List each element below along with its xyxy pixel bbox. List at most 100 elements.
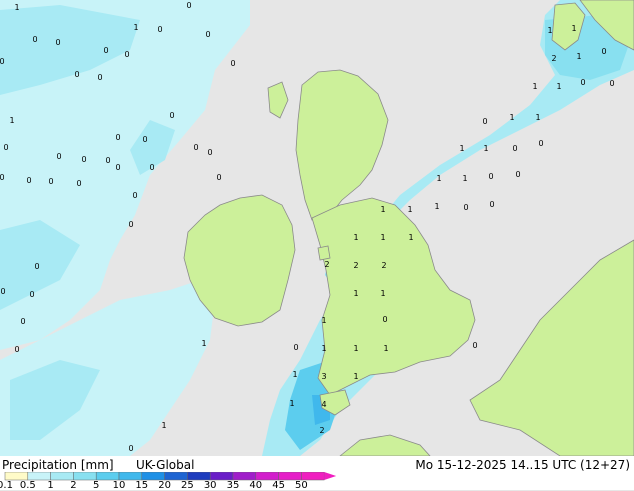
- precip-value-label: 0: [56, 152, 61, 161]
- precip-value-label: 1: [353, 372, 358, 381]
- precip-value-label: 1: [14, 3, 19, 12]
- precip-value-label: 0: [382, 315, 387, 324]
- precip-value-label: 0: [193, 143, 198, 152]
- precip-value-label: 1: [576, 52, 581, 61]
- scale-tick-label: 30: [203, 480, 217, 491]
- precip-value-label: 1: [380, 205, 385, 214]
- scale-swatch: [232, 472, 257, 481]
- precip-value-label: 1: [407, 205, 412, 214]
- legend-model: UK-Global: [136, 458, 195, 472]
- precip-value-label: 0: [128, 220, 133, 229]
- scale-swatch: [118, 472, 143, 481]
- scale-tick-label: 10: [112, 480, 126, 491]
- precip-value-label: 1: [556, 82, 561, 91]
- precip-value-label: 0: [472, 341, 477, 350]
- scale-overflow-arrow: [324, 472, 337, 480]
- scale-tick-label: 5: [93, 480, 100, 491]
- precip-value-label: 1: [133, 23, 138, 32]
- scale-swatch: [73, 472, 97, 481]
- precip-value-label: 1: [321, 316, 326, 325]
- scale-swatch: [164, 472, 188, 481]
- precip-value-label: 0: [97, 73, 102, 82]
- precip-value-label: 0: [512, 144, 517, 153]
- precip-value-label: 1: [434, 202, 439, 211]
- precipitation-map: 1 01 00 000 0000 0010 00000 0 00 00 0 00 00000 001010…: [0, 0, 634, 490]
- precip-value-label: 0: [124, 50, 129, 59]
- precip-value-label: 0: [169, 111, 174, 120]
- precip-value-label: 1: [483, 144, 488, 153]
- precip-value-label: 0: [34, 262, 39, 271]
- scale-tick-label: 40: [249, 480, 263, 491]
- precip-value-label: 0: [105, 156, 110, 165]
- precip-value-label: 0: [103, 46, 108, 55]
- precip-value-label: 0: [230, 59, 235, 68]
- precip-value-label: 1: [380, 289, 385, 298]
- precip-value-label: 1: [289, 399, 294, 408]
- precip-value-label: 0: [74, 70, 79, 79]
- scale-swatch: [187, 472, 211, 481]
- precip-value-label: 1: [161, 421, 166, 430]
- precip-value-label: 2: [319, 426, 324, 435]
- scale-tick-label: 0.5: [19, 480, 36, 491]
- precip-value-label: 3: [321, 372, 326, 381]
- precip-value-label: 0: [216, 173, 221, 182]
- precip-value-label: 0: [515, 170, 520, 179]
- precip-value-label: 0: [149, 163, 154, 172]
- scale-swatch: [141, 472, 165, 481]
- precip-value-label: 1: [201, 339, 206, 348]
- precip-value-label: 1: [353, 289, 358, 298]
- precip-value-label: 0: [132, 191, 137, 200]
- timestamp: Mo 15-12-2025 14..15 UTC (12+27): [415, 458, 630, 472]
- scale-swatch: [95, 472, 120, 481]
- precip-value-label: 0: [482, 117, 487, 126]
- scale-tick-label: 20: [158, 480, 171, 491]
- precip-value-label: 0: [601, 47, 606, 56]
- precip-value-label: 0: [609, 79, 614, 88]
- precip-value-label: 2: [551, 54, 556, 63]
- precip-value-label: 0: [205, 30, 210, 39]
- scale-swatch: [50, 472, 74, 481]
- scale-tick-label: 50: [295, 480, 308, 491]
- precip-value-label: 1: [383, 344, 388, 353]
- precip-value-label: 1: [547, 26, 552, 35]
- scale-tick-label: 0.1: [0, 480, 13, 491]
- precip-value-label: 0: [0, 57, 5, 66]
- precip-value-label: 0: [29, 290, 34, 299]
- precip-value-label: 1: [509, 113, 514, 122]
- scale-tick-label: 35: [226, 480, 240, 491]
- precip-value-label: 0: [186, 1, 191, 10]
- precip-value-label: 1: [353, 344, 358, 353]
- precip-value-label: 0: [293, 343, 298, 352]
- precip-value-label: 0: [0, 173, 5, 182]
- precip-value-label: 0: [76, 179, 81, 188]
- precip-value-label: 0: [14, 345, 19, 354]
- scale-tick-label: 15: [135, 480, 149, 491]
- precip-value-label: 4: [321, 400, 326, 409]
- precip-value-label: 1: [436, 174, 441, 183]
- precip-value-label: 1: [532, 82, 537, 91]
- precip-value-label: 0: [489, 200, 494, 209]
- scale-tick-label: 1: [47, 480, 54, 491]
- precip-value-label: 0: [55, 38, 60, 47]
- precip-value-label: 0: [142, 135, 147, 144]
- precip-value-label: 0: [488, 172, 493, 181]
- precip-value-label: 1: [353, 233, 358, 242]
- precip-value-label: 2: [381, 261, 386, 270]
- precip-value-label: 1: [462, 174, 467, 183]
- precip-value-label: 0: [538, 139, 543, 148]
- precip-value-label: 0: [26, 176, 31, 185]
- precip-value-label: 1: [292, 370, 297, 379]
- isle-of-man: [317, 245, 331, 261]
- scale-swatch: [27, 472, 51, 481]
- precip-value-label: 1: [571, 24, 576, 33]
- precip-value-label: 0: [81, 155, 86, 164]
- precip-value-label: 0: [157, 25, 162, 34]
- precip-value-label: 0: [115, 133, 120, 142]
- precip-value-label: 0: [48, 177, 53, 186]
- precip-value-label: 0: [0, 287, 5, 296]
- scale-swatch: [209, 472, 234, 481]
- scale-swatch: [255, 472, 279, 481]
- scale-tick-label: 45: [272, 480, 285, 491]
- precip-value-label: 0: [32, 35, 37, 44]
- scale-swatch: [301, 472, 325, 481]
